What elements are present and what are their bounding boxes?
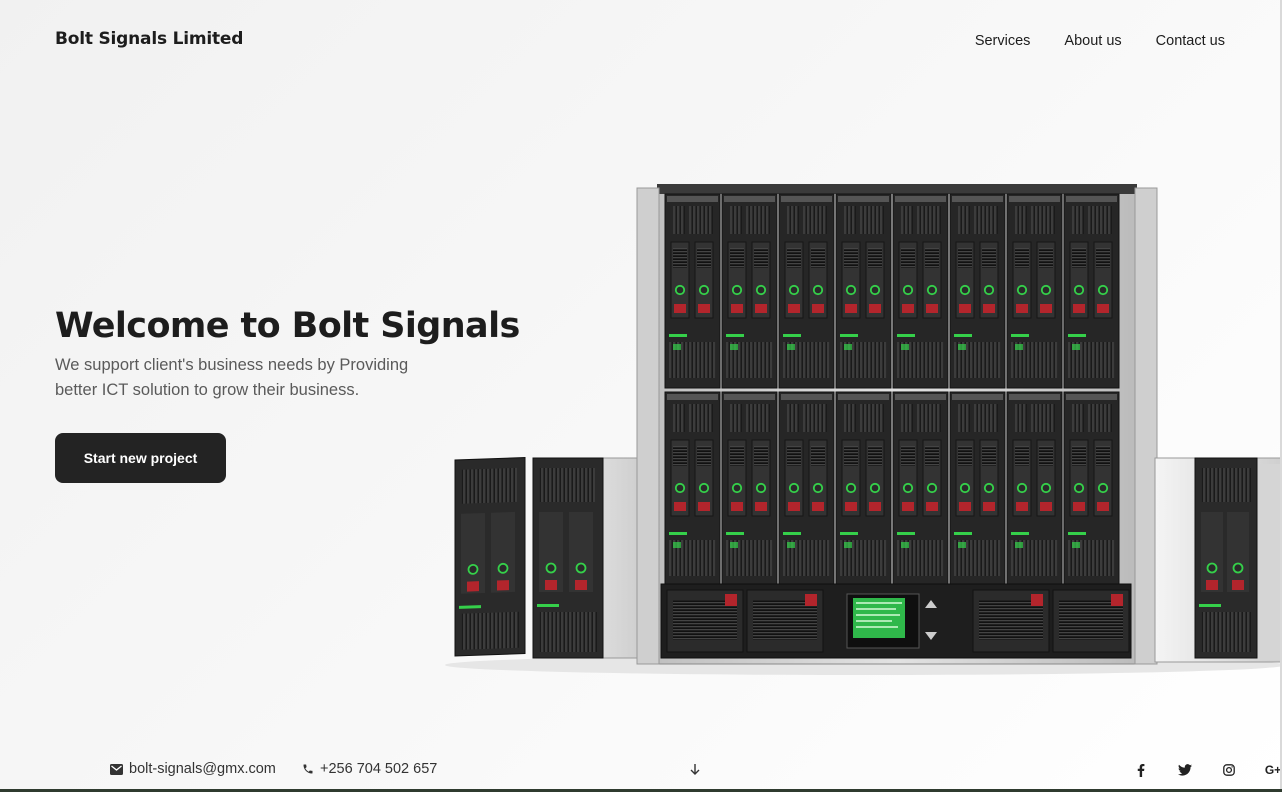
twitter-link[interactable] xyxy=(1177,762,1193,778)
facebook-icon xyxy=(1137,763,1145,777)
nav-about-us[interactable]: About us xyxy=(1064,33,1121,49)
scroll-down-button[interactable] xyxy=(688,762,702,781)
email-contact[interactable]: bolt-signals@gmx.com xyxy=(110,761,276,777)
main-nav: Services About us Contact us xyxy=(975,33,1225,49)
facebook-link[interactable] xyxy=(1133,762,1149,778)
instagram-icon xyxy=(1223,764,1235,776)
arrow-down-icon xyxy=(690,764,700,775)
instagram-link[interactable] xyxy=(1221,762,1237,778)
phone-number: +256 704 502 657 xyxy=(320,761,438,777)
email-address: bolt-signals@gmx.com xyxy=(129,761,276,777)
google-plus-icon: G+ xyxy=(1264,763,1282,777)
landing-page: Bolt Signals Limited Services About us C… xyxy=(0,0,1282,792)
server-enclosure-image xyxy=(445,184,1282,675)
hero-description: We support client's business needs by Pr… xyxy=(55,356,409,399)
phone-contact[interactable]: +256 704 502 657 xyxy=(302,761,437,777)
envelope-icon xyxy=(110,763,123,775)
start-new-project-button[interactable]: Start new project xyxy=(55,433,226,483)
twitter-icon xyxy=(1178,764,1192,776)
brand-logo-text[interactable]: Bolt Signals Limited xyxy=(55,29,243,49)
nav-services[interactable]: Services xyxy=(975,33,1031,49)
phone-icon xyxy=(303,764,313,774)
nav-contact-us[interactable]: Contact us xyxy=(1156,33,1225,49)
